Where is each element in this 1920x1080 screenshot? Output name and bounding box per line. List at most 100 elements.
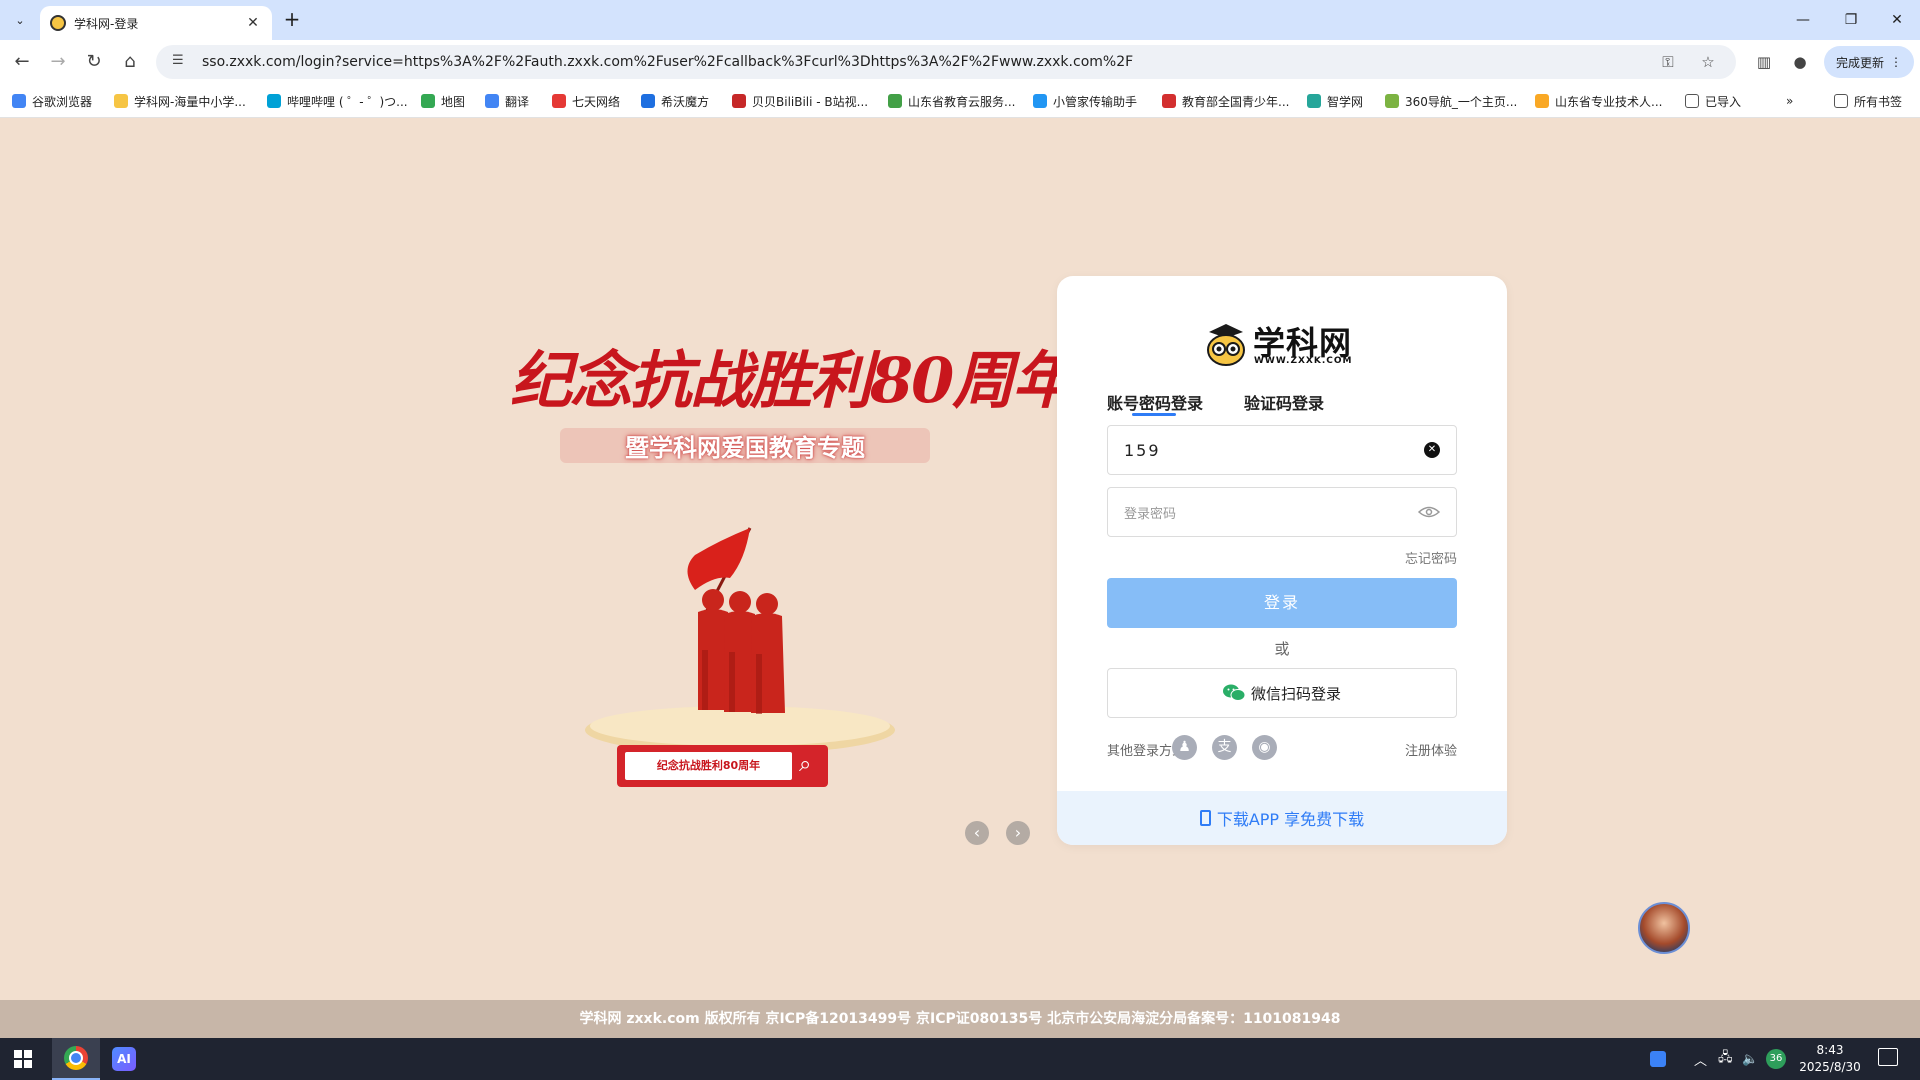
address-bar[interactable]: ☰ sso.zxxk.com/login?service=https%3A%2F… [156, 45, 1736, 79]
show-password-eye-icon[interactable] [1418, 505, 1440, 519]
close-window-icon[interactable]: ✕ [1874, 6, 1920, 34]
forgot-password-link[interactable]: 忘记密码 [1405, 548, 1457, 567]
clock-time: 8:43 [1816, 1043, 1844, 1057]
chrome-icon [64, 1046, 88, 1070]
footer-copyright: 学科网 zxxk.com 版权所有 京ICP备12013499号 京ICP证08… [579, 1011, 1341, 1027]
bookmark-label: 七天网络 [572, 94, 621, 109]
bookmark-label: 翻译 [505, 94, 530, 109]
carousel-next-button[interactable]: › [1006, 821, 1030, 845]
account-field[interactable]: 159 ✕ [1107, 425, 1457, 475]
profile-icon[interactable]: ● [1786, 48, 1814, 76]
clear-input-icon[interactable]: ✕ [1424, 442, 1440, 458]
bookmark-star-icon[interactable]: ☆ [1696, 53, 1720, 71]
taskbar-ai-app[interactable]: AI [100, 1038, 148, 1080]
bookmark-item[interactable]: 山东省教育云服务... [888, 92, 1015, 110]
bookmark-item[interactable]: 翻译 [485, 92, 529, 110]
minimize-icon[interactable]: — [1780, 6, 1826, 34]
bookmark-item[interactable]: 贝贝BiliBili - B站视... [732, 92, 868, 110]
bookmarks-overflow-icon[interactable]: » [1786, 92, 1793, 110]
tab-bar: ⌄ 学科网-登录 ✕ + — ❐ ✕ [0, 0, 1920, 40]
new-tab-button[interactable]: + [280, 8, 304, 32]
tray-badge-icon[interactable]: 36 [1766, 1038, 1786, 1080]
tab-password-login[interactable]: 账号密码登录 [1107, 390, 1203, 414]
download-app-label: 下载APP 享免费下载 [1216, 810, 1365, 829]
taskbar-chrome[interactable] [52, 1038, 100, 1080]
promo-search-banner[interactable]: 纪念抗战胜利80周年 ⌕ [617, 745, 828, 787]
tab-code-login[interactable]: 验证码登录 [1244, 390, 1324, 414]
clock-date: 2025/8/30 [1799, 1060, 1861, 1074]
promo-title[interactable]: 纪念抗战胜利80周年 [510, 330, 1074, 420]
bookmark-item[interactable]: 360导航_一个主页... [1385, 92, 1517, 110]
password-field[interactable]: 登录密码 [1107, 487, 1457, 537]
download-app-bar[interactable]: 下载APP 享免费下载 [1057, 791, 1507, 845]
bookmark-favicon-icon [552, 94, 566, 108]
weibo-login-icon[interactable]: ◉ [1252, 735, 1277, 760]
wechat-login-label: 微信扫码登录 [1250, 684, 1341, 703]
bookmark-item[interactable]: 小管家传输助手 [1033, 92, 1137, 110]
home-icon[interactable]: ⌂ [116, 48, 144, 76]
bookmark-favicon-icon [421, 94, 435, 108]
bookmark-item[interactable]: 地图 [421, 92, 465, 110]
active-tab-indicator [1132, 413, 1176, 416]
bookmarks-bar: 谷歌浏览器 学科网-海量中小学... 哔哩哔哩 ( ゜- ゜)つ... 地图 翻译 七天网… [0, 84, 1920, 118]
promo-subtitle[interactable]: 暨学科网爱国教育专题 [560, 428, 930, 463]
alipay-login-icon[interactable]: 支 [1212, 735, 1237, 760]
bookmark-item[interactable]: 学科网-海量中小学... [114, 92, 246, 110]
close-tab-icon[interactable]: ✕ [244, 15, 262, 31]
or-divider: 或 [1274, 640, 1290, 658]
bookmark-item[interactable]: 已导入 [1685, 92, 1741, 110]
account-input[interactable]: 159 [1124, 441, 1424, 460]
network-icon[interactable]: 🖧 [1718, 1038, 1733, 1080]
bookmark-item[interactable]: 哔哩哔哩 ( ゜- ゜)つ... [267, 92, 408, 110]
password-key-icon[interactable]: ⚿ [1656, 53, 1680, 71]
taskbar: AI ︿ 🖧 🔈 36 8:43 2025/8/30 [0, 1038, 1920, 1080]
tray-app-icon[interactable] [1650, 1038, 1666, 1080]
login-card: 学科网 WWW.ZXXK.COM 账号密码登录 验证码登录 159 ✕ 登录密码… [1057, 276, 1507, 845]
site-info-icon[interactable]: ☰ [172, 53, 190, 71]
restore-icon[interactable]: ❐ [1828, 6, 1874, 34]
bookmark-label: 学科网-海量中小学... [134, 94, 246, 109]
bookmark-favicon-icon [1162, 94, 1176, 108]
windows-start-icon[interactable] [14, 1050, 32, 1068]
side-panel-icon[interactable]: ▥ [1750, 48, 1778, 76]
logo-url: WWW.ZXXK.COM [1254, 356, 1353, 366]
bookmark-item[interactable]: 教育部全国青少年... [1162, 92, 1289, 110]
phone-icon [1199, 810, 1211, 826]
wechat-login-button[interactable]: 微信扫码登录 [1107, 668, 1457, 718]
password-input[interactable]: 登录密码 [1124, 503, 1418, 522]
bookmark-favicon-icon [1385, 94, 1399, 108]
bookmark-item[interactable]: 山东省专业技术人... [1535, 92, 1662, 110]
forward-icon[interactable]: → [44, 48, 72, 76]
footer: 学科网 zxxk.com 版权所有 京ICP备12013499号 京ICP证08… [0, 1000, 1920, 1038]
bookmark-favicon-icon [12, 94, 26, 108]
browser-tab[interactable]: 学科网-登录 ✕ [40, 6, 272, 40]
bookmark-label: 小管家传输助手 [1053, 94, 1138, 109]
bookmark-favicon-icon [1307, 94, 1321, 108]
bookmark-favicon-icon [1535, 94, 1549, 108]
notification-icon[interactable] [1878, 1048, 1898, 1066]
bookmark-item[interactable]: 智学网 [1307, 92, 1363, 110]
reload-icon[interactable]: ↻ [80, 48, 108, 76]
bookmark-label: 希沃魔方 [661, 94, 710, 109]
tray-expand-icon[interactable]: ︿ [1694, 1038, 1707, 1080]
register-link[interactable]: 注册体验 [1405, 740, 1457, 759]
tab-search-chevron-icon[interactable]: ⌄ [8, 8, 32, 32]
back-icon[interactable]: ← [8, 48, 36, 76]
all-bookmarks-button[interactable]: 所有书签 [1834, 92, 1902, 110]
volume-icon[interactable]: 🔈 [1742, 1038, 1758, 1080]
bookmark-label: 贝贝BiliBili - B站视... [752, 94, 869, 109]
update-button[interactable]: 完成更新 ⋮ [1824, 46, 1914, 78]
bookmark-item[interactable]: 谷歌浏览器 [12, 92, 92, 110]
tab-title: 学科网-登录 [74, 16, 139, 31]
bookmark-item[interactable]: 七天网络 [552, 92, 620, 110]
floating-avatar[interactable] [1638, 902, 1690, 954]
bookmark-favicon-icon [114, 94, 128, 108]
promo-search-text: 纪念抗战胜利80周年 [625, 752, 792, 780]
qq-login-icon[interactable]: ♟ [1172, 735, 1197, 760]
system-clock[interactable]: 8:43 2025/8/30 [1790, 1042, 1870, 1076]
bookmark-item[interactable]: 希沃魔方 [641, 92, 709, 110]
carousel-prev-button[interactable]: ‹ [965, 821, 989, 845]
ai-app-icon: AI [112, 1047, 136, 1071]
url-text[interactable]: sso.zxxk.com/login?service=https%3A%2F%2… [202, 54, 1640, 70]
login-button[interactable]: 登录 [1107, 578, 1457, 628]
